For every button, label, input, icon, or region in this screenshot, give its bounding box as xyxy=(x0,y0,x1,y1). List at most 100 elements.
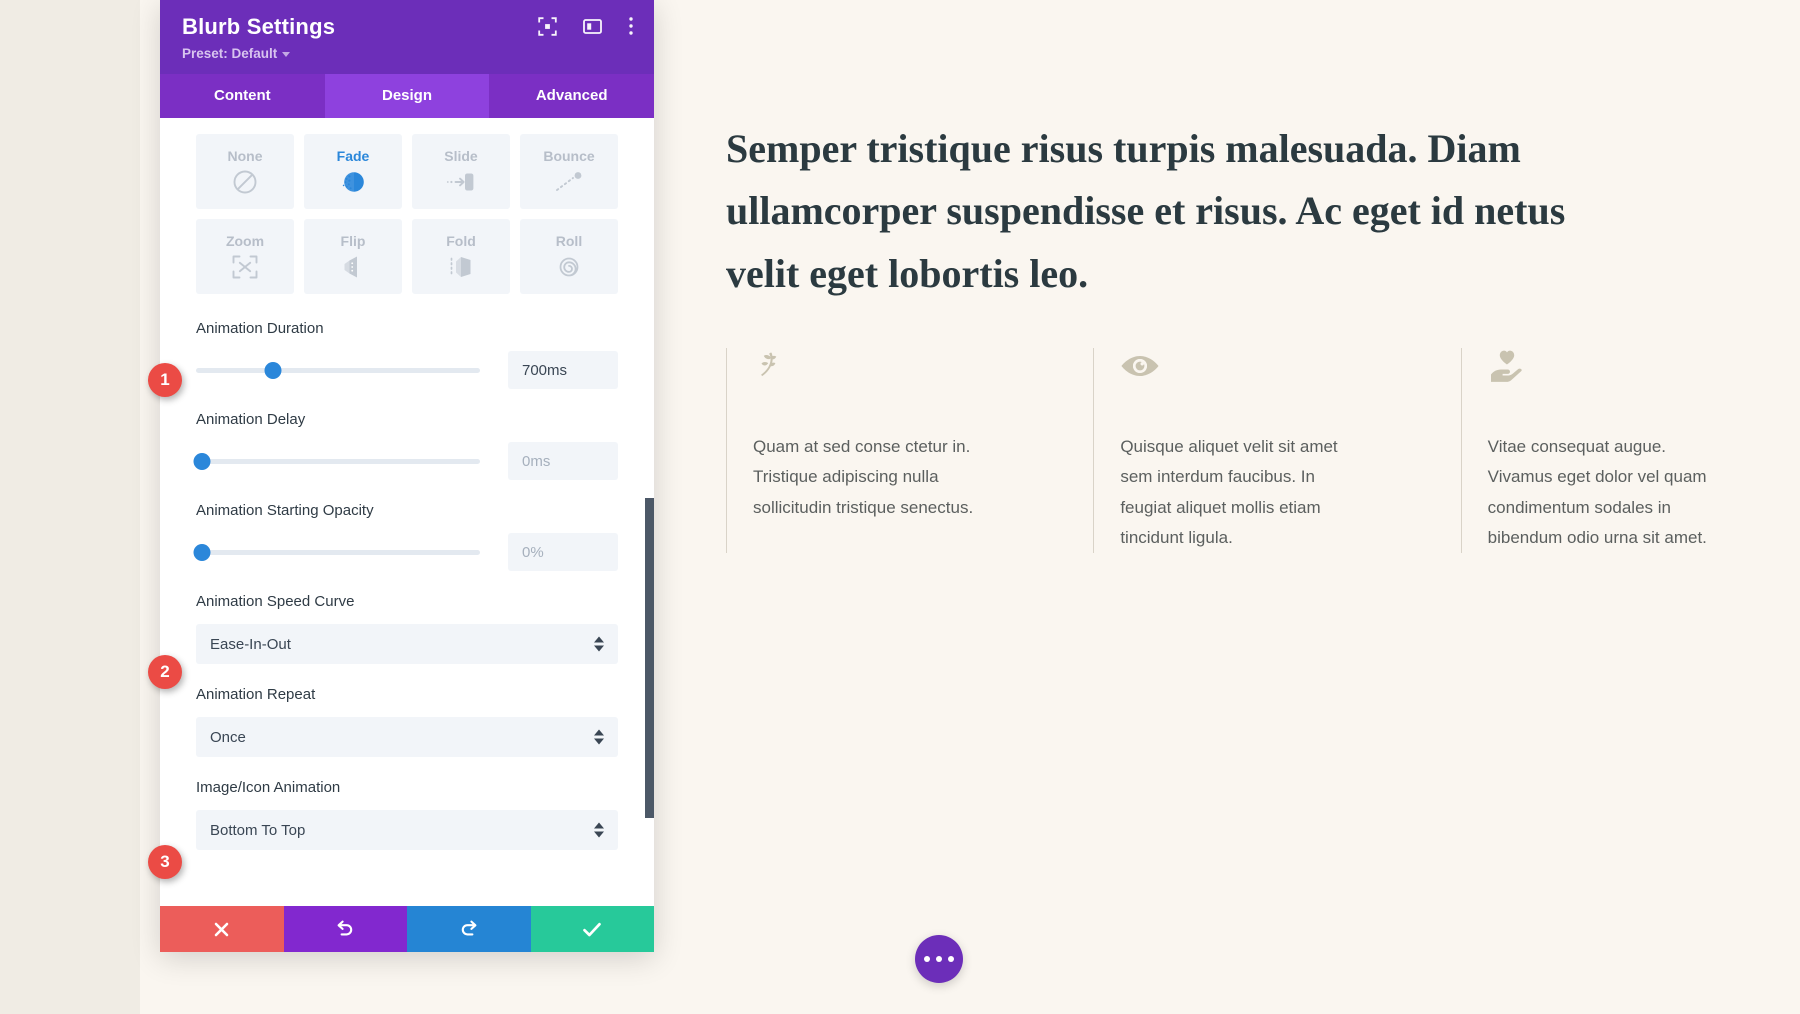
select-arrows-icon xyxy=(594,636,604,652)
ellipsis-icon xyxy=(948,956,954,962)
blurb-row: Quam at sed conse ctetur in. Tristique a… xyxy=(726,348,1786,553)
slide-icon xyxy=(446,169,476,195)
step-badge-3: 3 xyxy=(148,845,182,879)
animation-style-fold[interactable]: Fold xyxy=(412,219,510,295)
animation-duration-slider[interactable] xyxy=(196,361,480,379)
blurb-settings-modal: Blurb Settings Preset: Default Content D… xyxy=(160,0,654,952)
field-label: Animation Duration xyxy=(196,320,324,338)
animation-style-label: Flip xyxy=(340,233,366,250)
animation-starting-opacity-value[interactable]: 0% xyxy=(508,533,618,572)
animation-duration-value[interactable]: 700ms xyxy=(508,351,618,390)
animation-style-slide[interactable]: Slide xyxy=(412,134,510,210)
blurb-text: Vitae consequat augue. Vivamus eget dolo… xyxy=(1487,437,1707,547)
layout-panel-icon[interactable] xyxy=(583,17,602,36)
undo-icon xyxy=(337,920,353,936)
step-badge-1: 1 xyxy=(148,363,182,397)
page-left-strip xyxy=(0,0,140,1014)
select-value: Once xyxy=(210,728,246,746)
slider-knob[interactable] xyxy=(264,361,282,379)
animation-style-label: Zoom xyxy=(225,233,265,250)
animation-style-label: Fade xyxy=(336,148,370,165)
slider-track xyxy=(196,549,480,555)
field-label: Image/Icon Animation xyxy=(196,779,341,797)
field-animation-repeat: Animation Repeat Once xyxy=(196,686,618,758)
animation-repeat-select[interactable]: Once xyxy=(196,717,618,758)
modal-body: None Fade Slide Bounce Zoom Flip Fold Ro… xyxy=(160,118,654,906)
animation-style-bounce[interactable]: Bounce xyxy=(520,134,618,210)
field-image-icon-animation: Image/Icon Animation Bottom To Top xyxy=(196,779,618,851)
animation-style-label: Fold xyxy=(446,233,476,250)
animation-style-flip[interactable]: Flip xyxy=(304,219,402,295)
fold-icon xyxy=(447,254,475,280)
image-icon-animation-select[interactable]: Bottom To Top xyxy=(196,810,618,851)
field-animation-speed-curve: Animation Speed Curve Ease-In-Out xyxy=(196,593,618,665)
animation-delay-value[interactable]: 0ms xyxy=(508,442,618,481)
blurb-item[interactable]: Vitae consequat augue. Vivamus eget dolo… xyxy=(1460,348,1786,553)
preset-selector[interactable]: Preset: Default xyxy=(182,46,632,61)
field-animation-delay: Animation Delay 0ms xyxy=(193,411,618,481)
check-icon xyxy=(583,922,602,936)
flip-icon xyxy=(340,254,366,280)
redo-button[interactable] xyxy=(407,906,531,952)
field-label: Animation Speed Curve xyxy=(196,593,355,611)
blurb-item[interactable]: Quisque aliquet velit sit amet sem inter… xyxy=(1093,348,1418,553)
animation-delay-slider[interactable] xyxy=(193,452,480,470)
slider-knob[interactable] xyxy=(193,543,211,561)
zoom-icon xyxy=(231,254,259,280)
scrollbar-thumb[interactable] xyxy=(645,498,654,819)
ellipsis-icon xyxy=(936,956,942,962)
bounce-icon xyxy=(554,169,584,195)
select-value: Ease-In-Out xyxy=(210,635,291,653)
blurb-text: Quisque aliquet velit sit amet sem inter… xyxy=(1120,437,1338,547)
page-title: Semper tristique risus turpis malesuada.… xyxy=(726,126,1566,296)
modal-header: Blurb Settings Preset: Default xyxy=(160,0,654,75)
step-badge-2: 2 xyxy=(148,655,182,689)
field-label: Animation Starting Opacity xyxy=(196,502,374,520)
select-value: Bottom To Top xyxy=(210,821,306,839)
modal-scrollbar[interactable] xyxy=(645,118,654,906)
field-label: Animation Repeat xyxy=(196,686,316,704)
redo-icon xyxy=(461,920,477,936)
animation-style-label: None xyxy=(227,148,263,165)
chevron-down-icon xyxy=(282,52,291,58)
no-entry-icon xyxy=(232,169,258,195)
animation-speed-curve-select[interactable]: Ease-In-Out xyxy=(196,624,618,665)
blurb-item[interactable]: Quam at sed conse ctetur in. Tristique a… xyxy=(726,348,1051,553)
blurb-text: Quam at sed conse ctetur in. Tristique a… xyxy=(753,437,974,517)
animation-style-grid: None Fade Slide Bounce Zoom Flip Fold Ro… xyxy=(196,134,618,295)
animation-style-none[interactable]: None xyxy=(196,134,294,210)
animation-style-label: Roll xyxy=(555,233,583,250)
animation-style-fade[interactable]: Fade xyxy=(304,134,402,210)
modal-header-icons xyxy=(538,16,634,36)
select-arrows-icon xyxy=(594,729,604,745)
animation-style-roll[interactable]: Roll xyxy=(520,219,618,295)
ellipsis-icon xyxy=(924,956,930,962)
animation-starting-opacity-slider[interactable] xyxy=(193,543,480,561)
save-button[interactable] xyxy=(530,906,654,952)
modal-tabs: Content Design Advanced xyxy=(160,74,654,119)
preset-label: Preset: Default xyxy=(182,46,278,62)
tab-content[interactable]: Content xyxy=(160,74,325,118)
tab-advanced[interactable]: Advanced xyxy=(489,74,654,118)
slider-track xyxy=(196,458,480,464)
roll-icon xyxy=(556,254,582,280)
fade-icon xyxy=(339,169,367,195)
focus-icon[interactable] xyxy=(538,16,557,36)
field-animation-starting-opacity: Animation Starting Opacity 0% xyxy=(193,502,618,572)
animation-style-label: Slide xyxy=(444,148,478,165)
field-label: Animation Delay xyxy=(196,411,306,429)
undo-button[interactable] xyxy=(283,906,407,952)
slider-track xyxy=(196,367,480,373)
animation-style-zoom[interactable]: Zoom xyxy=(196,219,294,295)
page-content-area: Semper tristique risus turpis malesuada.… xyxy=(700,0,1800,1014)
x-icon xyxy=(214,922,229,936)
select-arrows-icon xyxy=(594,822,604,838)
more-options-fab[interactable] xyxy=(915,935,963,983)
eye-icon xyxy=(1120,348,1418,384)
tab-design[interactable]: Design xyxy=(324,74,490,119)
field-animation-duration: Animation Duration 700ms xyxy=(196,320,618,390)
cancel-button[interactable] xyxy=(160,906,284,952)
slider-knob[interactable] xyxy=(193,452,211,470)
more-vertical-icon[interactable] xyxy=(628,16,634,36)
modal-action-bar xyxy=(160,906,654,952)
